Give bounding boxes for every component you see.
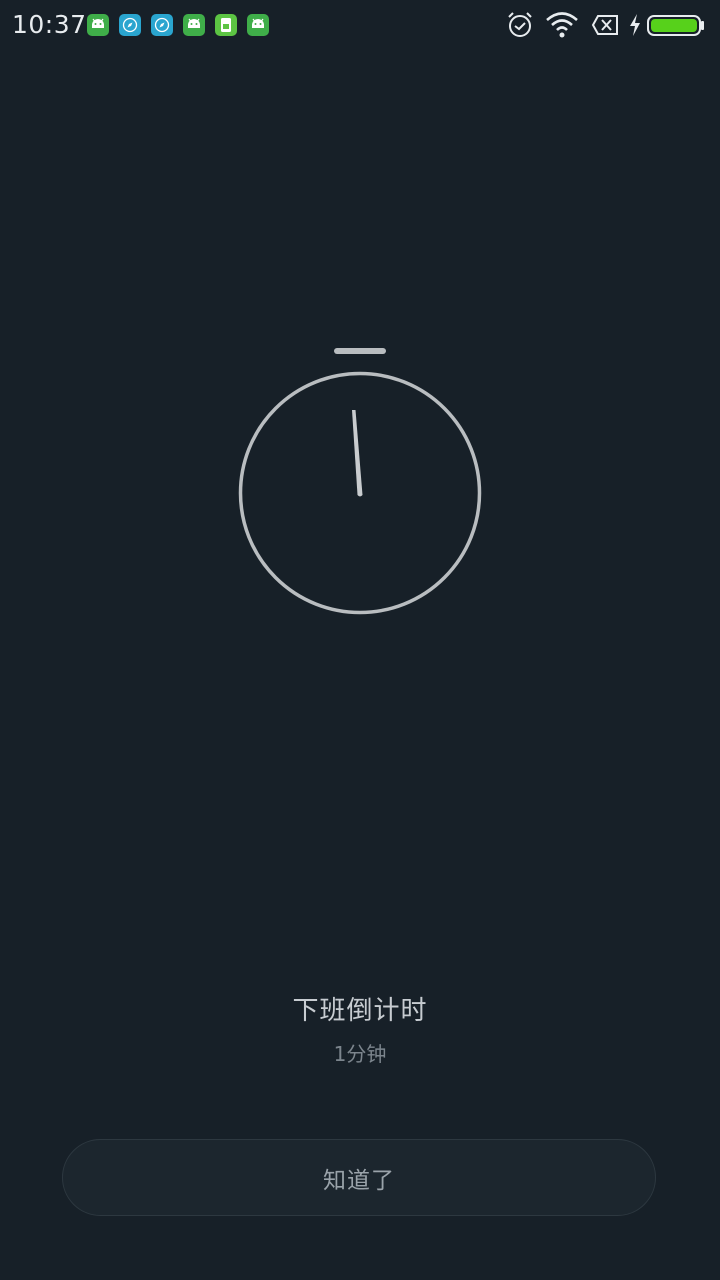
charging-icon [627,10,643,44]
stopwatch-hand [352,410,363,497]
wifi-icon [545,10,579,44]
android-app-icon [183,14,205,36]
dismiss-button-label: 知道了 [323,1167,395,1194]
notification-icons [87,14,269,36]
android-app-icon [87,14,109,36]
status-time: 10:37 [12,10,87,39]
no-sim-icon [591,10,619,44]
status-bar: 10:37 [0,0,720,50]
stopwatch-crown [334,348,386,354]
dismiss-button[interactable]: 知道了 [62,1139,656,1216]
compass-app-icon [119,14,141,36]
alarm-icon [505,10,535,44]
compass-app-icon [151,14,173,36]
timer-duration: 1分钟 [333,1042,387,1066]
android-app-icon [247,14,269,36]
timer-title: 下班倒计时 [292,996,428,1026]
timer-alert-screen: 10:37 下班倒计时 1分钟 知道了 [0,0,720,1280]
battery-icon [647,10,705,44]
sim-app-icon [215,14,237,36]
system-status-icons [505,10,710,40]
stopwatch-dial-icon [238,348,482,615]
